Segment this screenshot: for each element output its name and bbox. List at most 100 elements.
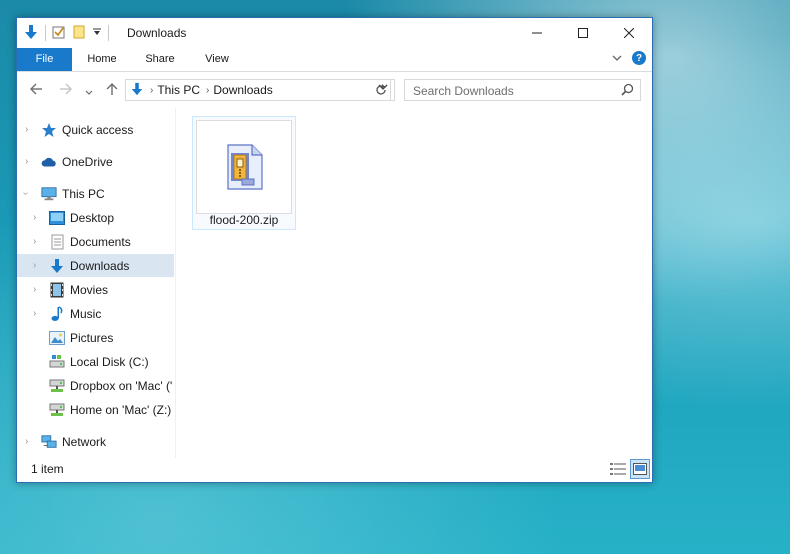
tab-file[interactable]: File	[17, 48, 72, 71]
breadcrumb-chevron-icon[interactable]: ›	[206, 85, 209, 96]
expand-chevron-icon[interactable]: ›	[33, 236, 36, 247]
maximize-icon	[578, 28, 588, 38]
download-arrow-icon	[130, 82, 144, 99]
nav-label: Documents	[70, 234, 131, 249]
expand-chevron-icon[interactable]: ›	[33, 284, 36, 295]
nav-item-pictures[interactable]: Pictures	[17, 326, 174, 349]
nav-label: OneDrive	[62, 154, 113, 169]
large-icons-view-button[interactable]	[630, 459, 650, 479]
refresh-icon	[375, 84, 386, 95]
new-folder-icon[interactable]	[72, 25, 86, 42]
nav-item-local-disk[interactable]: Local Disk (C:)	[17, 350, 174, 373]
expand-chevron-icon[interactable]: ›	[25, 436, 28, 447]
download-arrow-icon	[23, 24, 39, 43]
film-icon	[49, 282, 65, 298]
file-thumbnail	[196, 120, 292, 214]
explorer-window: Downloads File Home Share View ? › This …	[16, 17, 653, 483]
nav-label: This PC	[62, 186, 105, 201]
file-name: flood-200.zip	[209, 213, 279, 227]
details-view-icon	[610, 463, 626, 475]
nav-item-onedrive[interactable]: › OneDrive	[17, 150, 174, 173]
nav-label: Quick access	[62, 122, 134, 137]
recent-locations-chevron-icon[interactable]	[85, 84, 93, 100]
nav-label: Music	[70, 306, 102, 321]
details-view-button[interactable]	[608, 459, 628, 479]
nav-item-music[interactable]: › Music	[17, 302, 174, 325]
toolbar-separator	[108, 25, 109, 41]
item-count: 1 item	[31, 462, 64, 476]
pictures-folder-icon	[49, 330, 65, 346]
expand-chevron-icon[interactable]: ›	[33, 212, 36, 223]
caption-buttons	[514, 18, 652, 48]
forward-arrow-icon[interactable]	[59, 82, 73, 99]
nav-item-documents[interactable]: › Documents	[17, 230, 174, 253]
status-bar: 1 item	[17, 456, 652, 482]
tab-home[interactable]: Home	[77, 48, 127, 71]
expand-chevron-icon[interactable]: ›	[33, 260, 36, 271]
network-drive-icon	[49, 402, 65, 418]
search-input[interactable]	[411, 82, 615, 100]
desktop-folder-icon	[49, 210, 65, 226]
file-item[interactable]: flood-200.zip	[192, 116, 296, 230]
view-switcher	[608, 459, 650, 479]
nav-label: Downloads	[70, 258, 130, 273]
nav-label: Local Disk (C:)	[70, 354, 149, 369]
cloud-icon	[41, 154, 57, 170]
drive-icon	[49, 354, 65, 370]
refresh-button[interactable]	[371, 79, 391, 101]
navigation-bar: › This PC › Downloads	[17, 72, 652, 108]
help-icon[interactable]: ?	[632, 51, 646, 65]
maximize-button[interactable]	[560, 18, 606, 48]
nav-label: Dropbox on 'Mac' ('	[70, 378, 173, 393]
quick-access-toolbar	[23, 24, 109, 42]
close-button[interactable]	[606, 18, 652, 48]
network-icon	[41, 434, 57, 450]
search-icon[interactable]	[621, 83, 634, 99]
nav-label: Pictures	[70, 330, 114, 345]
nav-label: Desktop	[70, 210, 115, 225]
nav-item-this-pc[interactable]: › This PC	[17, 182, 174, 205]
nav-label: Movies	[70, 282, 109, 297]
navigation-pane: › Quick access › OneDrive › This PC › De…	[17, 108, 176, 458]
download-arrow-icon	[49, 258, 65, 274]
nav-item-dropbox-drive[interactable]: Dropbox on 'Mac' ('	[17, 374, 174, 397]
nav-label: Network	[62, 434, 107, 449]
nav-item-quick-access[interactable]: › Quick access	[17, 118, 174, 141]
minimize-button[interactable]	[514, 18, 560, 48]
large-icons-view-icon	[633, 463, 647, 475]
search-box[interactable]	[404, 79, 641, 101]
toolbar-separator	[45, 25, 46, 41]
breadcrumb-downloads[interactable]: Downloads	[213, 83, 272, 97]
nav-item-desktop[interactable]: › Desktop	[17, 206, 174, 229]
nav-item-downloads[interactable]: › Downloads	[17, 254, 174, 277]
music-note-icon	[49, 305, 65, 322]
minimize-icon	[532, 32, 542, 34]
computer-icon	[41, 186, 57, 202]
nav-label: Home on 'Mac' (Z:)	[70, 402, 172, 417]
tab-share[interactable]: Share	[135, 48, 185, 71]
properties-icon[interactable]	[52, 25, 66, 42]
title-bar: Downloads	[17, 18, 652, 48]
window-title: Downloads	[127, 26, 187, 40]
close-icon	[624, 28, 634, 38]
tab-view[interactable]: View	[192, 48, 242, 71]
expand-chevron-icon[interactable]: ›	[25, 156, 28, 167]
address-bar[interactable]: › This PC › Downloads	[125, 79, 395, 101]
network-drive-icon	[49, 378, 65, 394]
nav-item-movies[interactable]: › Movies	[17, 278, 174, 301]
customize-toolbar-dropdown-icon[interactable]	[92, 26, 102, 40]
expand-chevron-icon[interactable]: ›	[25, 124, 28, 135]
file-list: flood-200.zip	[175, 108, 651, 458]
back-arrow-icon[interactable]	[29, 82, 43, 99]
up-arrow-icon[interactable]	[105, 82, 119, 99]
breadcrumb-this-pc[interactable]: This PC	[157, 83, 200, 97]
ribbon-controls: ?	[612, 51, 646, 65]
documents-folder-icon	[49, 234, 65, 250]
nav-item-network[interactable]: › Network	[17, 430, 174, 453]
nav-item-home-drive[interactable]: Home on 'Mac' (Z:)	[17, 398, 174, 421]
expand-ribbon-icon[interactable]	[612, 51, 622, 65]
collapse-chevron-icon[interactable]: ›	[20, 192, 31, 195]
star-icon	[41, 122, 57, 138]
breadcrumb-chevron-icon[interactable]: ›	[150, 85, 153, 96]
expand-chevron-icon[interactable]: ›	[33, 308, 36, 319]
